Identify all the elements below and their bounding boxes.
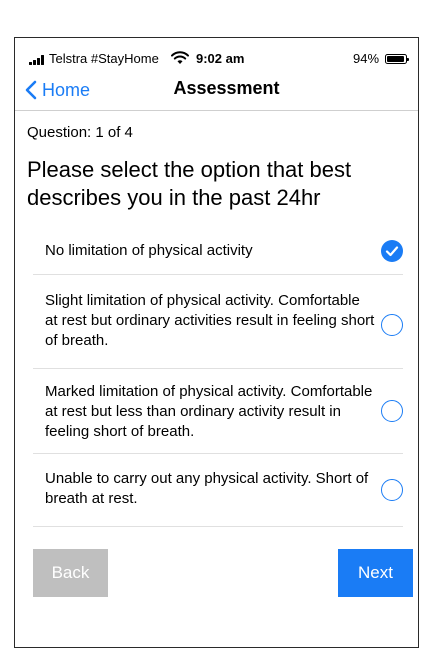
- wifi-icon: [171, 51, 189, 64]
- radio-unchecked-icon[interactable]: [381, 479, 403, 501]
- phone-screen: Telstra #StayHome 9:02 am 94% Home Asses…: [14, 37, 419, 648]
- question-counter: Question: 1 of 4: [27, 124, 133, 141]
- radio-unchecked-icon[interactable]: [381, 400, 403, 422]
- radio-unchecked-icon[interactable]: [381, 314, 403, 336]
- option-label: Unable to carry out any physical activit…: [45, 470, 369, 507]
- carrier-name: Telstra #StayHome: [49, 51, 159, 66]
- page-title: Assessment: [173, 78, 280, 98]
- option-unable[interactable]: Unable to carry out any physical activit…: [33, 454, 403, 527]
- option-label: Marked limitation of physical activity. …: [45, 383, 373, 440]
- navigation-bar: Home Assessment: [15, 70, 418, 111]
- options-list: No limitation of physical activity Sligh…: [33, 228, 403, 527]
- status-bar: Telstra #StayHome 9:02 am 94%: [15, 38, 418, 68]
- option-label: No limitation of physical activity: [45, 242, 253, 259]
- option-slight-limitation[interactable]: Slight limitation of physical activity. …: [33, 275, 403, 369]
- clock: 9:02 am: [196, 51, 245, 66]
- signal-icon: [29, 55, 47, 65]
- radio-checked-icon[interactable]: [381, 240, 403, 262]
- back-button[interactable]: Back: [33, 549, 108, 597]
- option-marked-limitation[interactable]: Marked limitation of physical activity. …: [33, 369, 403, 454]
- battery-icon: [385, 54, 409, 64]
- battery-percent: 94%: [353, 51, 380, 66]
- option-no-limitation[interactable]: No limitation of physical activity: [33, 228, 403, 275]
- question-prompt: Please select the option that best descr…: [27, 157, 352, 210]
- option-label: Slight limitation of physical activity. …: [45, 292, 375, 349]
- next-button[interactable]: Next: [338, 549, 413, 597]
